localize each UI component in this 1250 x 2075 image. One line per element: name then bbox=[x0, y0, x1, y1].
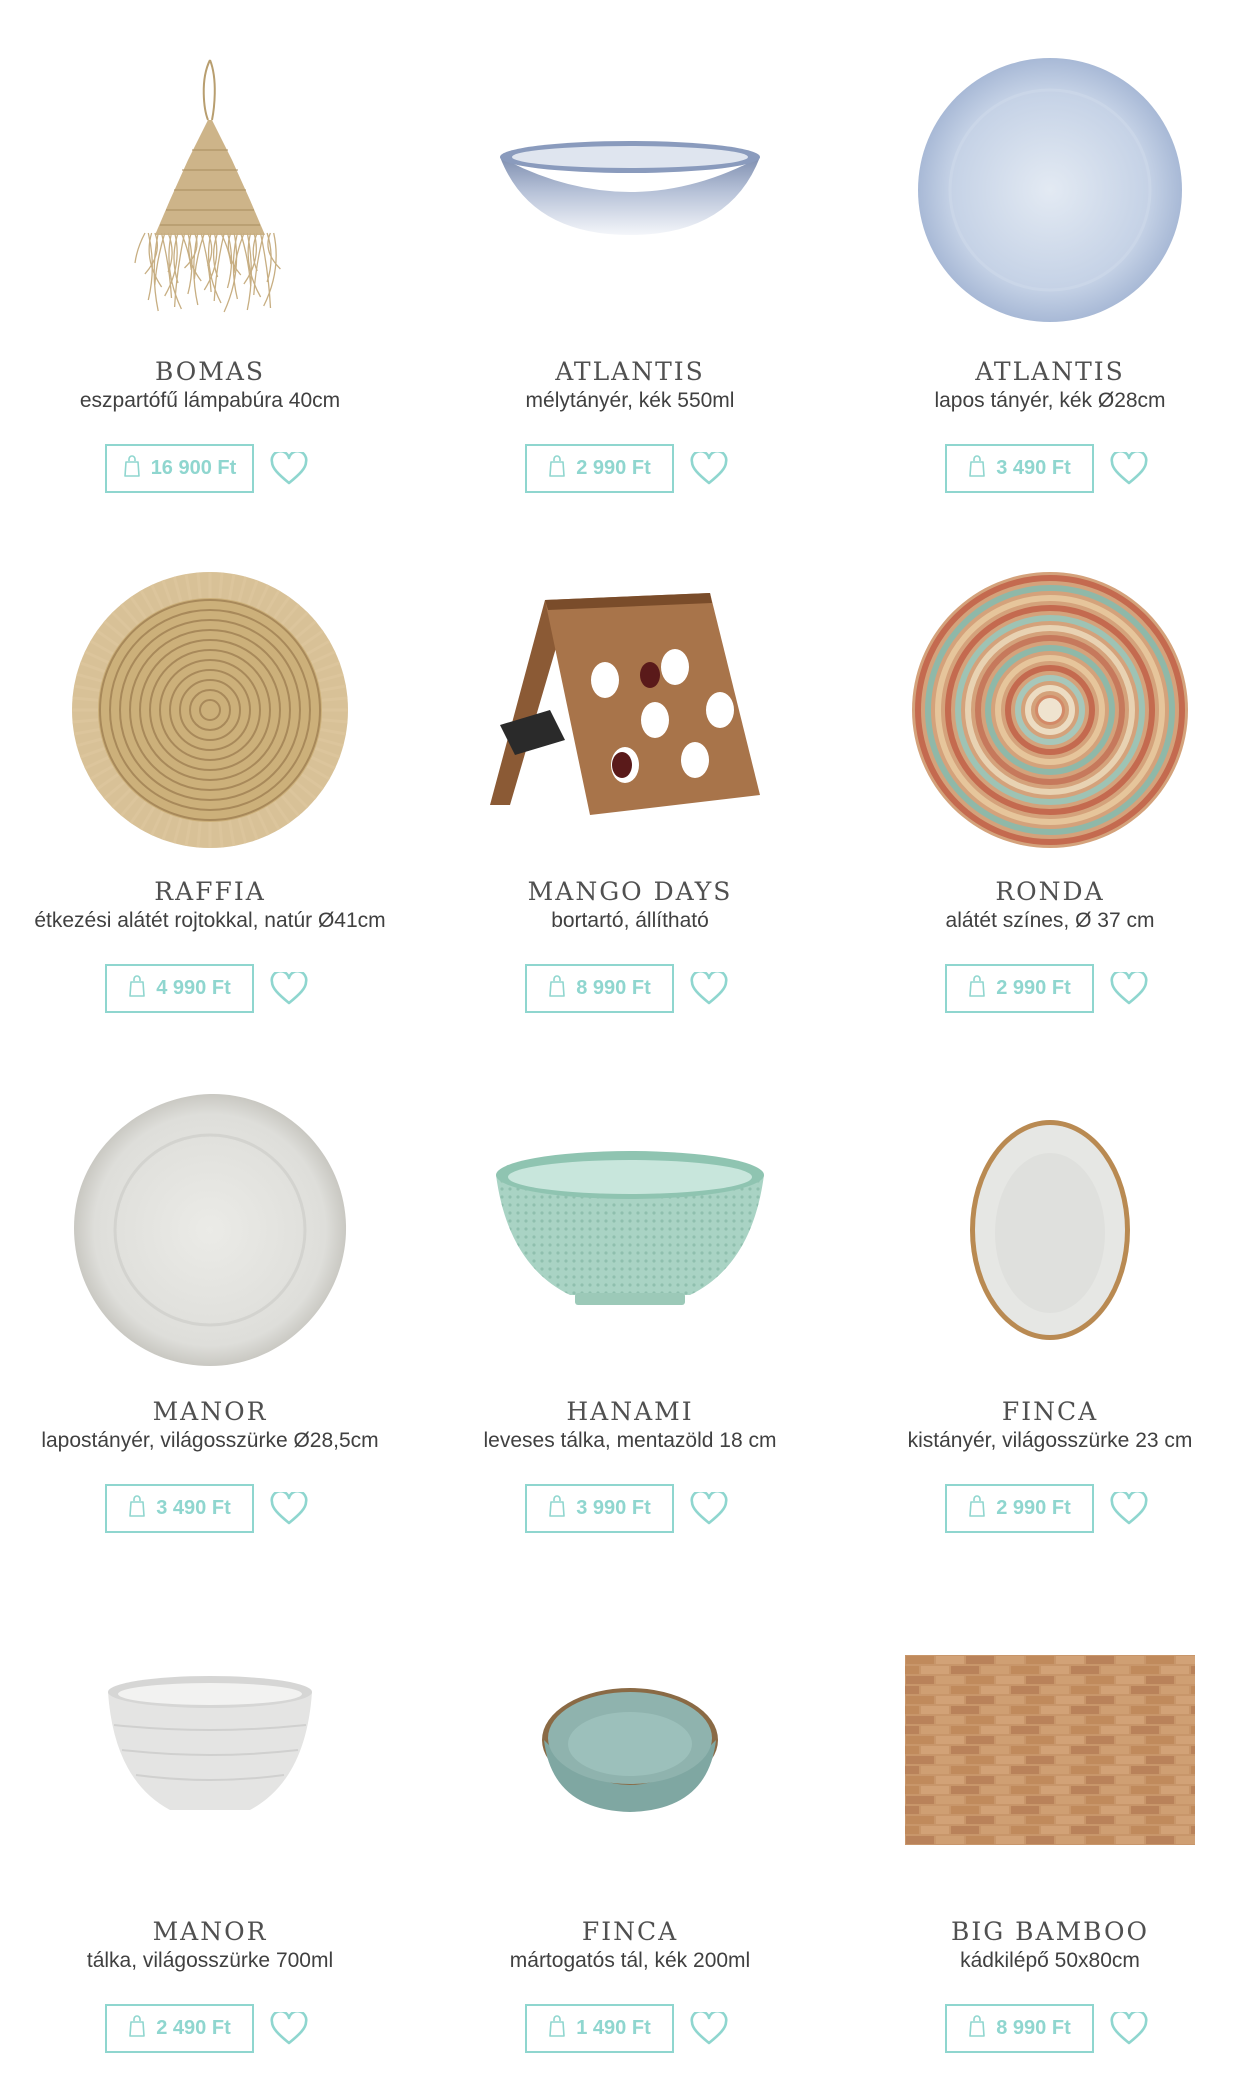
add-to-cart-button[interactable]: 3 490 Ft bbox=[105, 1484, 254, 1533]
product-price: 8 990 Ft bbox=[576, 977, 651, 999]
product-grid: BOMAS eszpartófű lámpabúra 40cm 16 900 F… bbox=[0, 0, 1250, 2061]
product-description[interactable]: leveses tálka, mentazöld 18 cm bbox=[420, 1429, 840, 1453]
product-card[interactable]: RAFFIA étkezési alátét rojtokkal, natúr … bbox=[0, 520, 420, 1035]
shopping-bag-icon bbox=[128, 2015, 146, 2042]
add-to-cart-button[interactable]: 1 490 Ft bbox=[525, 2004, 674, 2053]
shopping-bag-icon bbox=[128, 975, 146, 1002]
product-brand[interactable]: ATLANTIS bbox=[420, 357, 840, 386]
add-to-cart-button[interactable]: 4 990 Ft bbox=[105, 964, 254, 1013]
add-to-cart-button[interactable]: 3 990 Ft bbox=[525, 1484, 674, 1533]
product-brand[interactable]: BIG BAMBOO bbox=[840, 1917, 1250, 1946]
wishlist-heart-icon[interactable] bbox=[688, 1489, 730, 1529]
add-to-cart-button[interactable]: 8 990 Ft bbox=[525, 964, 674, 1013]
product-image[interactable] bbox=[480, 40, 780, 340]
product-brand[interactable]: MANOR bbox=[0, 1917, 420, 1946]
wishlist-heart-icon[interactable] bbox=[1108, 449, 1150, 489]
product-brand[interactable]: BOMAS bbox=[0, 357, 420, 386]
shopping-bag-icon bbox=[128, 1495, 146, 1522]
shopping-bag-icon bbox=[968, 1495, 986, 1522]
product-image[interactable] bbox=[900, 40, 1200, 340]
product-price: 16 900 Ft bbox=[150, 457, 237, 479]
product-brand[interactable]: FINCA bbox=[840, 1397, 1250, 1426]
product-image[interactable] bbox=[60, 1080, 360, 1380]
wishlist-heart-icon[interactable] bbox=[268, 449, 310, 489]
product-brand[interactable]: MANGO DAYS bbox=[420, 877, 840, 906]
shopping-bag-icon bbox=[548, 975, 566, 1002]
product-description[interactable]: bortartó, állítható bbox=[420, 909, 840, 933]
product-image[interactable] bbox=[480, 560, 780, 860]
product-brand[interactable]: ATLANTIS bbox=[840, 357, 1250, 386]
add-to-cart-button[interactable]: 16 900 Ft bbox=[105, 444, 254, 493]
wishlist-heart-icon[interactable] bbox=[688, 969, 730, 1009]
product-description[interactable]: kistányér, világosszürke 23 cm bbox=[840, 1429, 1250, 1453]
wishlist-heart-icon[interactable] bbox=[268, 1489, 310, 1529]
product-card[interactable]: ATLANTIS lapos tányér, kék Ø28cm 3 490 F… bbox=[840, 0, 1250, 515]
product-price: 3 490 Ft bbox=[156, 1497, 231, 1519]
wishlist-heart-icon[interactable] bbox=[268, 969, 310, 1009]
product-price: 2 990 Ft bbox=[996, 1497, 1071, 1519]
product-description[interactable]: lapos tányér, kék Ø28cm bbox=[840, 389, 1250, 413]
product-description[interactable]: mártogatós tál, kék 200ml bbox=[420, 1949, 840, 1973]
shopping-bag-icon bbox=[968, 455, 986, 482]
product-price: 1 490 Ft bbox=[576, 2017, 651, 2039]
product-price: 3 990 Ft bbox=[576, 1497, 651, 1519]
product-card[interactable]: MANOR tálka, világosszürke 700ml 2 490 F… bbox=[0, 1560, 420, 2075]
product-price: 8 990 Ft bbox=[996, 2017, 1071, 2039]
product-card[interactable]: FINCA kistányér, világosszürke 23 cm 2 9… bbox=[840, 1040, 1250, 1555]
add-to-cart-button[interactable]: 8 990 Ft bbox=[945, 2004, 1094, 2053]
wishlist-heart-icon[interactable] bbox=[268, 2009, 310, 2049]
shopping-bag-icon bbox=[968, 975, 986, 1002]
product-description[interactable]: mélytányér, kék 550ml bbox=[420, 389, 840, 413]
add-to-cart-button[interactable]: 2 990 Ft bbox=[945, 964, 1094, 1013]
product-description[interactable]: lapostányér, világosszürke Ø28,5cm bbox=[0, 1429, 420, 1453]
product-image[interactable] bbox=[60, 40, 360, 340]
product-image[interactable] bbox=[900, 560, 1200, 860]
shopping-bag-icon bbox=[548, 2015, 566, 2042]
product-image[interactable] bbox=[900, 1600, 1200, 1900]
shopping-bag-icon bbox=[548, 455, 566, 482]
wishlist-heart-icon[interactable] bbox=[688, 2009, 730, 2049]
add-to-cart-button[interactable]: 2 990 Ft bbox=[945, 1484, 1094, 1533]
wishlist-heart-icon[interactable] bbox=[1108, 1489, 1150, 1529]
product-card[interactable]: MANOR lapostányér, világosszürke Ø28,5cm… bbox=[0, 1040, 420, 1555]
wishlist-heart-icon[interactable] bbox=[688, 449, 730, 489]
shopping-bag-icon bbox=[968, 2015, 986, 2042]
product-brand[interactable]: RONDA bbox=[840, 877, 1250, 906]
product-image[interactable] bbox=[60, 560, 360, 860]
product-card[interactable]: FINCA mártogatós tál, kék 200ml 1 490 Ft bbox=[420, 1560, 840, 2075]
shopping-bag-icon bbox=[548, 1495, 566, 1522]
wishlist-heart-icon[interactable] bbox=[1108, 2009, 1150, 2049]
product-brand[interactable]: MANOR bbox=[0, 1397, 420, 1426]
product-image[interactable] bbox=[60, 1600, 360, 1900]
product-card[interactable]: ATLANTIS mélytányér, kék 550ml 2 990 Ft bbox=[420, 0, 840, 515]
product-price: 2 490 Ft bbox=[156, 2017, 231, 2039]
product-card[interactable]: BIG BAMBOO kádkilépő 50x80cm 8 990 Ft bbox=[840, 1560, 1250, 2075]
wishlist-heart-icon[interactable] bbox=[1108, 969, 1150, 1009]
add-to-cart-button[interactable]: 3 490 Ft bbox=[945, 444, 1094, 493]
product-description[interactable]: alátét színes, Ø 37 cm bbox=[840, 909, 1250, 933]
product-brand[interactable]: FINCA bbox=[420, 1917, 840, 1946]
product-description[interactable]: kádkilépő 50x80cm bbox=[840, 1949, 1250, 1973]
product-image[interactable] bbox=[480, 1600, 780, 1900]
product-brand[interactable]: RAFFIA bbox=[0, 877, 420, 906]
product-image[interactable] bbox=[480, 1080, 780, 1380]
add-to-cart-button[interactable]: 2 490 Ft bbox=[105, 2004, 254, 2053]
product-card[interactable]: BOMAS eszpartófű lámpabúra 40cm 16 900 F… bbox=[0, 0, 420, 515]
product-price: 2 990 Ft bbox=[996, 977, 1071, 999]
product-card[interactable]: RONDA alátét színes, Ø 37 cm 2 990 Ft bbox=[840, 520, 1250, 1035]
product-image[interactable] bbox=[900, 1080, 1200, 1380]
product-card[interactable]: HANAMI leveses tálka, mentazöld 18 cm 3 … bbox=[420, 1040, 840, 1555]
product-card[interactable]: MANGO DAYS bortartó, állítható 8 990 Ft bbox=[420, 520, 840, 1035]
product-description[interactable]: eszpartófű lámpabúra 40cm bbox=[0, 389, 420, 413]
product-brand[interactable]: HANAMI bbox=[420, 1397, 840, 1426]
product-price: 3 490 Ft bbox=[996, 457, 1071, 479]
product-price: 4 990 Ft bbox=[156, 977, 231, 999]
product-description[interactable]: étkezési alátét rojtokkal, natúr Ø41cm bbox=[0, 909, 420, 933]
shopping-bag-icon bbox=[123, 455, 141, 482]
add-to-cart-button[interactable]: 2 990 Ft bbox=[525, 444, 674, 493]
product-description[interactable]: tálka, világosszürke 700ml bbox=[0, 1949, 420, 1973]
product-price: 2 990 Ft bbox=[576, 457, 651, 479]
